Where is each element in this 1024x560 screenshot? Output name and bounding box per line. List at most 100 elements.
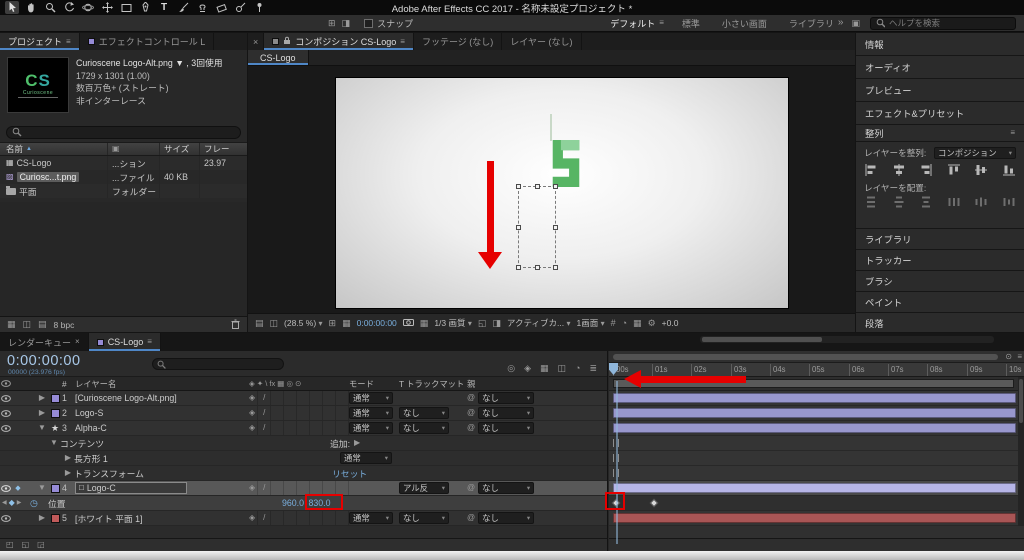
- track-layer-1[interactable]: [609, 391, 1024, 406]
- layer-duration-bar[interactable]: [613, 513, 1016, 523]
- show-snapshot-icon[interactable]: ▦: [420, 318, 429, 328]
- track-matte-dropdown[interactable]: なし ▾: [399, 512, 449, 524]
- close-tab-icon[interactable]: ×: [75, 338, 80, 346]
- clone-stamp-tool-icon[interactable]: [195, 1, 209, 14]
- exposure-value[interactable]: +0.0: [662, 318, 679, 328]
- resolution-dropdown[interactable]: 1/3 画質 ▾: [434, 317, 472, 329]
- project-search-field[interactable]: [6, 125, 241, 139]
- next-keyframe-icon[interactable]: ▶: [17, 500, 22, 506]
- visibility-eye-icon[interactable]: [0, 484, 12, 492]
- parent-pickwhip-icon[interactable]: @: [467, 424, 475, 432]
- expand-layer-switches-icon[interactable]: ◰: [6, 541, 14, 549]
- expand-icon[interactable]: ▶: [36, 409, 48, 417]
- time-navigator[interactable]: ⊙ ≡: [609, 351, 1024, 363]
- position-x-value[interactable]: 960.0: [282, 498, 304, 508]
- shape-tool-icon[interactable]: [119, 1, 133, 14]
- logo-s-shape[interactable]: [552, 140, 580, 187]
- layer-switches[interactable]: ◈ /: [245, 511, 349, 525]
- panel-header-paragraph[interactable]: 段落: [856, 313, 1024, 332]
- tab-layer[interactable]: レイヤー (なし): [502, 33, 582, 50]
- layer-switches[interactable]: ◈ /: [245, 421, 349, 435]
- column-number[interactable]: #: [62, 379, 75, 389]
- layer-row-3[interactable]: ▼ ★ 3 Alpha-C ◈ / 通常 ▾ なし ▾ @ なし ▾: [0, 421, 607, 436]
- collapse-icon[interactable]: ▼: [48, 439, 60, 447]
- layer-row-1[interactable]: ▶ 1 [Curioscene Logo-Alt.png] ◈ / 通常 ▾ @ なし…: [0, 391, 607, 406]
- always-preview-icon[interactable]: ▤: [255, 318, 264, 328]
- visibility-eye-icon[interactable]: [0, 514, 12, 522]
- column-parent[interactable]: 親: [467, 378, 607, 390]
- help-search-field[interactable]: [870, 16, 1016, 30]
- distribute-left-icon[interactable]: [948, 196, 960, 210]
- keyframe-indicator-icon[interactable]: ◆: [12, 485, 24, 492]
- parent-dropdown[interactable]: なし ▾: [478, 422, 535, 434]
- distribute-top-icon[interactable]: [865, 196, 877, 210]
- group-row-transform[interactable]: ▶ トランスフォーム リセット: [0, 466, 607, 481]
- layer-name[interactable]: [Curioscene Logo-Alt.png]: [75, 393, 245, 403]
- layer-duration-bar[interactable]: [613, 423, 1016, 433]
- view-layout-dropdown[interactable]: 1画面 ▾: [576, 317, 604, 329]
- lock-icon[interactable]: [283, 36, 291, 47]
- frame-blend-icon[interactable]: ◫: [558, 364, 567, 373]
- zoom-tool-icon[interactable]: [43, 1, 57, 14]
- viewer-timecode[interactable]: 0:00:00:00: [357, 318, 397, 328]
- column-track-matte[interactable]: T トラックマット: [399, 378, 467, 390]
- track-layer-5[interactable]: [609, 511, 1024, 526]
- workspace-overflow-icon[interactable]: »: [838, 18, 844, 28]
- layer-name-editing[interactable]: □ Logo-C: [75, 482, 187, 494]
- zoom-level-dropdown[interactable]: (28.5 %) ▾: [284, 318, 323, 328]
- track-layer-4-selected[interactable]: [609, 481, 1024, 496]
- parent-pickwhip-icon[interactable]: @: [467, 514, 475, 522]
- panel-header-paint[interactable]: ペイント: [856, 292, 1024, 313]
- composition-stage[interactable]: [335, 77, 789, 309]
- column-switches[interactable]: ◈ ✦ \ fx ▦ ◎ ⊙: [245, 377, 349, 390]
- track-matte-dropdown[interactable]: なし ▾: [399, 422, 449, 434]
- visibility-eye-icon[interactable]: [0, 394, 12, 402]
- parent-dropdown[interactable]: なし ▾: [478, 482, 535, 494]
- workspace-tab-default[interactable]: デフォルト: [606, 17, 659, 30]
- layer-duration-bar[interactable]: [613, 393, 1016, 403]
- tab-effect-controls[interactable]: エフェクトコントロール L: [80, 33, 215, 50]
- layer-row-5[interactable]: ▶ 5 [ホワイト 平面 1] ◈ / 通常 ▾ なし ▾ @ なし ▾: [0, 511, 607, 526]
- blend-mode-dropdown[interactable]: 通常 ▾: [349, 512, 393, 524]
- panel-menu-icon[interactable]: ≡: [400, 37, 405, 46]
- parent-pickwhip-icon[interactable]: @: [467, 409, 475, 417]
- collapse-icon[interactable]: ▼: [36, 424, 48, 432]
- blend-mode-dropdown[interactable]: 通常 ▾: [349, 407, 393, 419]
- panel-header-info[interactable]: 情報: [856, 33, 1024, 56]
- column-size[interactable]: サイズ: [160, 143, 200, 155]
- column-name[interactable]: 名前 ▲: [0, 143, 108, 155]
- snap-toggle[interactable]: スナップ: [364, 17, 413, 30]
- track-position-keyframes[interactable]: [609, 496, 1024, 511]
- selection-handle[interactable]: [535, 265, 540, 270]
- expand-icon[interactable]: ▶: [36, 514, 48, 522]
- align-target-dropdown[interactable]: コンポジション ▾: [934, 147, 1016, 159]
- panel-header-align[interactable]: 整列 ≡: [856, 125, 1024, 142]
- camera-tool-icon[interactable]: [81, 1, 95, 14]
- workspace-menu-icon[interactable]: ≡: [659, 19, 664, 27]
- column-mode[interactable]: モード: [349, 378, 399, 390]
- mask-options-icon[interactable]: ◨: [342, 18, 351, 28]
- panel-header-effects-presets[interactable]: エフェクト&プリセット: [856, 102, 1024, 125]
- draft-3d-icon[interactable]: ◈: [524, 364, 531, 373]
- help-search-input[interactable]: [889, 18, 1010, 28]
- hand-tool-icon[interactable]: [24, 1, 38, 14]
- distribute-vertical-center-icon[interactable]: [893, 196, 905, 210]
- layer-switches[interactable]: ◈ /: [245, 391, 349, 405]
- fast-preview-icon[interactable]: ◔: [622, 318, 627, 328]
- expand-transfer-controls-icon[interactable]: ◱: [22, 541, 30, 549]
- layer-name[interactable]: Logo-S: [75, 408, 245, 418]
- hide-shy-layers-icon[interactable]: ▦: [540, 364, 549, 373]
- project-row-footage[interactable]: ▨ Curiosc...t.png ...ファイル 40 KB: [0, 170, 247, 184]
- comp-mini-flowchart-icon[interactable]: ◎: [507, 364, 515, 373]
- safe-guides-icon[interactable]: ⊞: [329, 318, 337, 328]
- project-row-folder[interactable]: 平面 フォルダー: [0, 184, 247, 198]
- eraser-tool-icon[interactable]: [214, 1, 228, 14]
- workspace-tab-standard[interactable]: 標準: [678, 17, 704, 30]
- channel-icon[interactable]: ▦: [342, 318, 351, 328]
- shape-blend-mode-dropdown[interactable]: 通常 ▾: [340, 452, 392, 464]
- visibility-eye-icon[interactable]: [0, 424, 12, 432]
- distribute-bottom-icon[interactable]: [920, 196, 932, 210]
- brush-tool-icon[interactable]: [176, 1, 190, 14]
- selection-handle[interactable]: [516, 225, 521, 230]
- label-color-chip[interactable]: [50, 483, 60, 493]
